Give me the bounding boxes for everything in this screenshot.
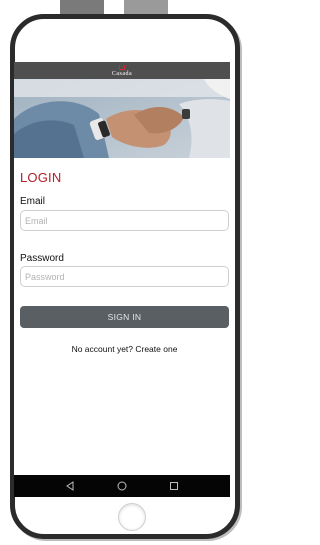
email-label: Email [20,196,46,207]
android-navbar [14,475,230,497]
recents-icon[interactable] [167,479,181,493]
brand-bar: Casada [14,62,230,79]
login-title: LOGIN [20,170,62,185]
brand-name: Casada [111,70,133,77]
top-artifact [124,0,168,14]
password-label: Password [20,253,64,264]
home-icon[interactable] [115,479,129,493]
hardware-home-button[interactable] [118,503,146,531]
handshake-image [14,79,230,158]
password-field[interactable] [20,266,229,287]
email-field[interactable] [20,210,229,231]
signin-button[interactable]: SIGN IN [20,306,229,328]
hero-image [14,79,230,158]
top-artifact [60,0,104,14]
phone-screen: Casada LOGIN Email Email Password SIGN I… [14,62,230,497]
back-icon[interactable] [63,479,77,493]
logo-mark-icon [118,64,125,70]
create-account-link[interactable]: No account yet? Create one [20,344,229,354]
brand-logo: Casada [111,64,133,77]
